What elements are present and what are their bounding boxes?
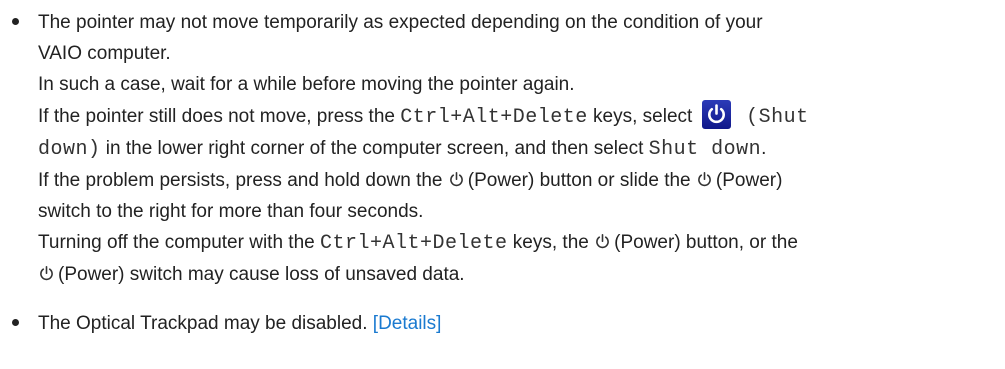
tip-text-line: switch to the right for more than four s… [38,201,424,222]
power-icon [448,171,465,188]
tip-text-line: The pointer may not move temporarily as … [38,12,763,33]
details-link[interactable]: [Details] [373,313,442,334]
text-fragment: Turning off the computer with the [38,232,320,253]
tip-text-line: (Power) switch may cause loss of unsaved… [38,259,1005,290]
key-combination: Ctrl+Alt+Delete [320,232,508,255]
text-fragment: in the lower right corner of the compute… [100,138,649,159]
tips-list: The pointer may not move temporarily as … [0,7,1005,339]
text-fragment: . [761,138,767,159]
tip-text-line: VAIO computer. [38,43,171,64]
menu-term: (Shut [733,106,809,129]
text-fragment: (Power) [715,170,783,191]
power-icon [594,233,611,250]
power-icon [38,265,55,282]
text-fragment: keys, the [507,232,595,253]
tip-text-line: If the pointer still does not move, pres… [38,100,1005,133]
key-combination: Ctrl+Alt+Delete [400,106,588,129]
text-fragment: keys, select [587,106,698,127]
list-item: The Optical Trackpad may be disabled. [D… [0,308,1005,339]
text-fragment: The Optical Trackpad may be disabled. [38,313,373,334]
list-item: The pointer may not move temporarily as … [0,7,1005,290]
text-fragment: (Power) switch may cause loss of unsaved… [58,264,465,285]
tip-text-line: In such a case, wait for a while before … [38,74,575,95]
power-icon [696,171,713,188]
tip-text-line: If the problem persists, press and hold … [38,165,1005,196]
shut-down-icon [701,100,731,129]
tip-text-line: down) in the lower right corner of the c… [38,133,1005,165]
text-fragment: If the pointer still does not move, pres… [38,106,401,127]
text-fragment: (Power) button, or the [614,232,798,253]
tip-text-line: The Optical Trackpad may be disabled. [D… [38,308,1005,339]
menu-term: down) [38,138,101,161]
tip-text-line: Turning off the computer with the Ctrl+A… [38,227,1005,259]
menu-term: Shut down [648,138,762,161]
text-fragment: If the problem persists, press and hold … [38,170,448,191]
text-fragment: (Power) button or slide the [467,170,696,191]
